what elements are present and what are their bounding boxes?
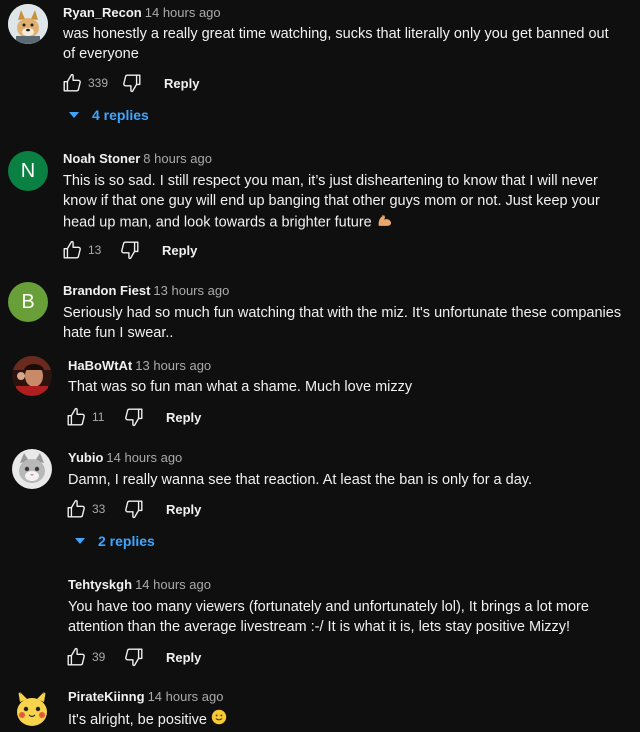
like-count: 11 <box>92 410 105 424</box>
comment-author[interactable]: HaBoWtAt <box>68 358 132 373</box>
comment-text: That was so fun man what a shame. Much l… <box>68 379 413 395</box>
comment-author[interactable]: PirateKiinng <box>68 689 145 704</box>
slightly-smiling-face-icon <box>211 709 227 731</box>
comment-text: Damn, I really wanna see that reaction. … <box>68 472 532 488</box>
comment-actions: 39 Reply <box>64 645 201 669</box>
reply-button[interactable]: Reply <box>166 502 201 517</box>
comment-timestamp[interactable]: 14 hours ago <box>145 5 221 20</box>
comment-timestamp[interactable]: 14 hours ago <box>135 577 211 592</box>
cat-avatar[interactable] <box>12 449 52 489</box>
like-icon[interactable] <box>64 645 88 669</box>
comment-timestamp[interactable]: 14 hours ago <box>106 450 182 465</box>
avatar-letter: B <box>21 290 35 313</box>
comment-author[interactable]: Ryan_Recon <box>63 5 142 20</box>
like-count: 339 <box>88 76 109 90</box>
reply-button[interactable]: Reply <box>166 650 201 665</box>
comment-author[interactable]: Noah Stoner <box>63 151 140 166</box>
comment-author[interactable]: Tehtyskgh <box>68 577 132 592</box>
like-count: 39 <box>92 650 106 664</box>
comment-timestamp[interactable]: 14 hours ago <box>148 689 224 704</box>
replies-count-label: 4 replies <box>92 107 149 123</box>
like-count: 33 <box>92 502 106 516</box>
comment-text: Seriously had so much fun watching that … <box>63 305 622 341</box>
dog-avatar[interactable] <box>8 4 48 44</box>
comment-text: It's alright, be positive <box>68 711 207 728</box>
comment-timestamp[interactable]: 13 hours ago <box>153 283 229 298</box>
dislike-icon[interactable] <box>120 71 144 95</box>
comment-author[interactable]: Brandon Fiest <box>63 283 150 298</box>
caret-down-icon <box>74 535 86 547</box>
avatar[interactable]: N <box>8 151 48 191</box>
comment-actions: 13 Reply <box>60 238 197 262</box>
avatar[interactable]: B <box>8 282 48 322</box>
dislike-icon[interactable] <box>118 238 142 262</box>
replies-count-label: 2 replies <box>98 533 155 549</box>
comment-actions: 33 Reply <box>64 497 201 521</box>
comment-text: This is so sad. I still respect you man,… <box>63 173 600 231</box>
comment-timestamp[interactable]: 8 hours ago <box>143 151 212 166</box>
like-icon[interactable] <box>64 405 88 429</box>
view-replies-button[interactable]: 4 replies <box>68 107 149 123</box>
caret-down-icon <box>68 109 80 121</box>
flexed-biceps-icon <box>376 211 393 234</box>
comment-actions: 339 Reply <box>60 71 199 95</box>
dislike-icon[interactable] <box>122 497 146 521</box>
photo-avatar[interactable] <box>12 356 52 396</box>
like-icon[interactable] <box>60 238 84 262</box>
comment-text: You have too many viewers (fortunately a… <box>68 599 589 635</box>
dislike-icon[interactable] <box>122 405 146 429</box>
comment-timestamp[interactable]: 13 hours ago <box>135 358 211 373</box>
comment-author[interactable]: Yubio <box>68 450 103 465</box>
view-replies-button[interactable]: 2 replies <box>74 533 155 549</box>
reply-button[interactable]: Reply <box>166 410 201 425</box>
like-icon[interactable] <box>64 497 88 521</box>
comment-text: was honestly a really great time watchin… <box>63 26 609 62</box>
pikachu-avatar[interactable] <box>12 688 52 728</box>
dislike-icon[interactable] <box>122 645 146 669</box>
reply-button[interactable]: Reply <box>164 76 199 91</box>
like-icon[interactable] <box>60 71 84 95</box>
like-count: 13 <box>88 243 102 257</box>
avatar-letter: N <box>20 159 36 182</box>
comment-actions: 11 Reply <box>64 405 201 429</box>
reply-button[interactable]: Reply <box>162 243 197 258</box>
